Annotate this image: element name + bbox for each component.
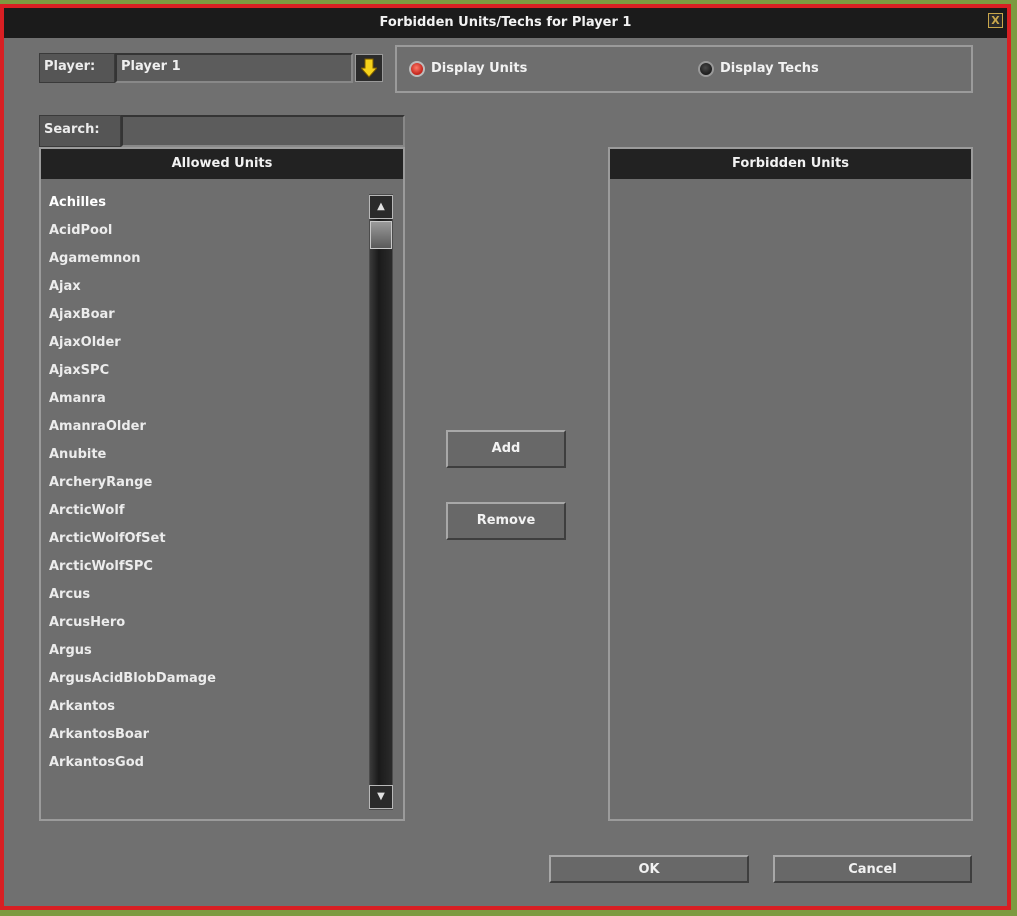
list-item[interactable]: ArcusHero	[49, 615, 359, 643]
display-mode-group: Display Units Display Techs	[395, 45, 973, 93]
allowed-units-panel: Allowed Units Achilles AcidPool Agamemnon A…	[39, 147, 405, 821]
close-icon: X	[991, 14, 1000, 27]
allowed-units-header: Allowed Units	[41, 149, 403, 179]
list-item[interactable]: AjaxBoar	[49, 307, 359, 335]
list-item[interactable]: Arkantos	[49, 699, 359, 727]
radio-selected-icon	[409, 60, 425, 77]
scroll-down-button[interactable]: ▼	[369, 785, 393, 809]
allowed-units-scrollbar[interactable]: ▲ ▼	[369, 194, 393, 810]
add-button[interactable]: Add	[446, 430, 566, 468]
remove-button[interactable]: Remove	[446, 502, 566, 540]
list-item[interactable]: Ajax	[49, 279, 359, 307]
display-units-label: Display Units	[431, 61, 528, 76]
list-item[interactable]: AcidPool	[49, 223, 359, 251]
list-item[interactable]: ArcticWolfOfSet	[49, 531, 359, 559]
radio-unselected-icon	[698, 60, 714, 77]
background-terrain-right	[1011, 0, 1017, 916]
list-item[interactable]: AmanraOlder	[49, 419, 359, 447]
chevron-down-icon	[361, 58, 377, 78]
ok-button[interactable]: OK	[549, 855, 749, 883]
list-item[interactable]: Achilles	[49, 195, 359, 223]
dialog-titlebar: Forbidden Units/Techs for Player 1 X	[4, 8, 1007, 38]
list-item[interactable]: Amanra	[49, 391, 359, 419]
allowed-units-list: Achilles AcidPool Agamemnon Ajax AjaxBoar Aja…	[49, 195, 359, 783]
display-techs-radio[interactable]: Display Techs	[698, 59, 819, 79]
scroll-thumb[interactable]	[370, 221, 392, 249]
list-item[interactable]: AjaxOlder	[49, 335, 359, 363]
scroll-up-button[interactable]: ▲	[369, 195, 393, 219]
search-input[interactable]	[121, 115, 405, 147]
player-label: Player:	[39, 53, 115, 83]
list-item[interactable]: ArcticWolf	[49, 503, 359, 531]
forbidden-units-dialog: Forbidden Units/Techs for Player 1 X Pla…	[0, 4, 1011, 910]
list-item[interactable]: ArkantosGod	[49, 755, 359, 783]
dialog-title: Forbidden Units/Techs for Player 1	[379, 15, 632, 30]
arrow-down-icon: ▼	[377, 791, 385, 802]
search-label: Search:	[39, 115, 121, 147]
list-item[interactable]: ArcticWolfSPC	[49, 559, 359, 587]
close-button[interactable]: X	[988, 13, 1003, 28]
list-item[interactable]: ArkantosBoar	[49, 727, 359, 755]
display-units-radio[interactable]: Display Units	[409, 59, 527, 79]
list-item[interactable]: Agamemnon	[49, 251, 359, 279]
forbidden-units-header: Forbidden Units	[610, 149, 971, 179]
player-select[interactable]: Player 1	[115, 53, 353, 83]
player-dropdown-button[interactable]	[355, 54, 383, 82]
forbidden-units-panel: Forbidden Units	[608, 147, 973, 821]
list-item[interactable]: Arcus	[49, 587, 359, 615]
list-item[interactable]: ArcheryRange	[49, 475, 359, 503]
list-item[interactable]: ArgusAcidBlobDamage	[49, 671, 359, 699]
list-item[interactable]: Anubite	[49, 447, 359, 475]
list-item[interactable]: Argus	[49, 643, 359, 671]
list-item[interactable]: AjaxSPC	[49, 363, 359, 391]
arrow-up-icon: ▲	[377, 201, 385, 212]
cancel-button[interactable]: Cancel	[773, 855, 972, 883]
display-techs-label: Display Techs	[720, 61, 819, 76]
